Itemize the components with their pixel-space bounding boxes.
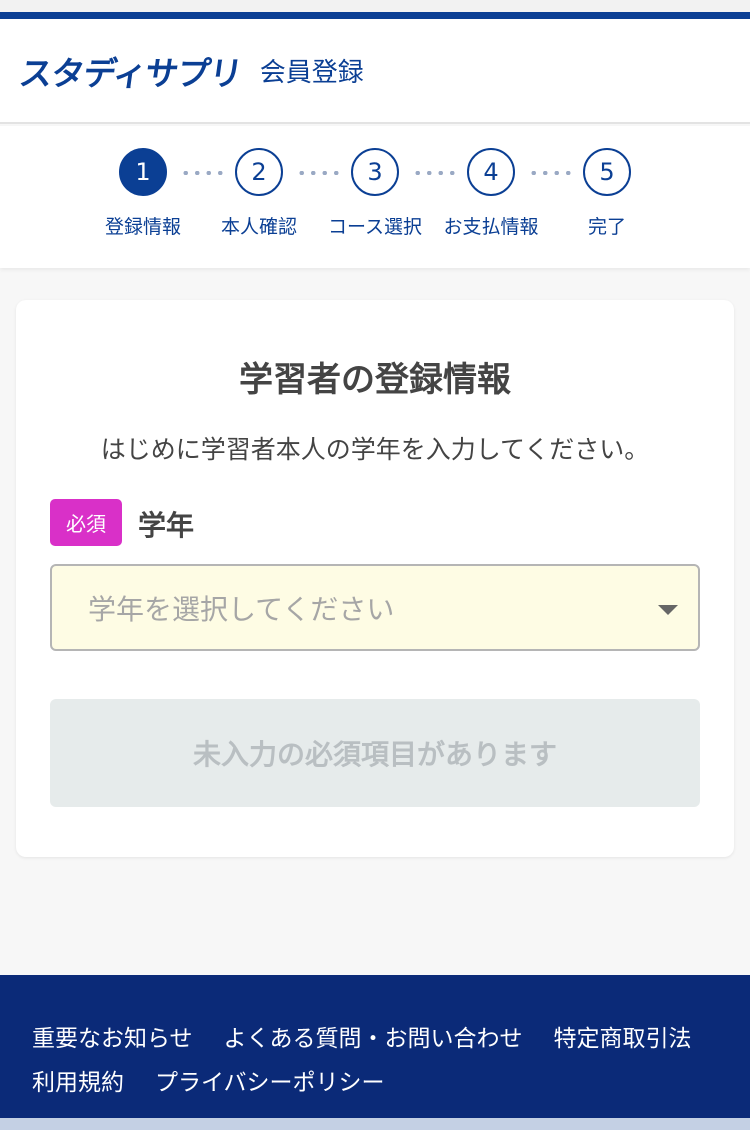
step-label: コース選択 <box>327 216 423 238</box>
registration-stepper: 1 登録情報 2 本人確認 3 コース選択 4 お支払情報 5 完了 <box>0 126 750 268</box>
required-badge: 必須 <box>50 499 122 546</box>
step-2: 2 本人確認 <box>199 148 319 239</box>
step-number: 5 <box>583 148 631 196</box>
grade-select[interactable]: 学年を選択してください <box>50 564 700 651</box>
step-4: 4 お支払情報 <box>431 148 551 239</box>
site-footer: 重要なお知らせ よくある質問・お問い合わせ 特定商取引法 利用規約 プライバシー… <box>0 975 750 1118</box>
footer-link-commerce-law[interactable]: 特定商取引法 <box>554 1019 692 1053</box>
step-3: 3 コース選択 <box>315 148 435 239</box>
step-number: 1 <box>119 148 167 196</box>
footer-link-faq[interactable]: よくある質問・お問い合わせ <box>224 1019 523 1053</box>
chevron-down-icon <box>658 605 678 615</box>
footer-links-row: 利用規約 プライバシーポリシー <box>32 1063 750 1097</box>
step-number: 2 <box>235 148 283 196</box>
step-1: 1 登録情報 <box>83 148 203 239</box>
grade-select-placeholder: 学年を選択してください <box>88 592 395 626</box>
form-description: はじめに学習者本人の学年を入力してください。 <box>100 435 650 464</box>
step-5: 5 完了 <box>547 148 667 239</box>
status-strip <box>0 0 750 12</box>
site-header: スタディサプリ 会員登録 <box>0 19 750 124</box>
step-number: 4 <box>467 148 515 196</box>
grade-field-label: 学年 <box>138 509 195 542</box>
footer-link-privacy[interactable]: プライバシーポリシー <box>155 1063 385 1097</box>
page-title: 会員登録 <box>259 58 364 88</box>
step-label: 登録情報 <box>104 216 181 238</box>
footer-link-notices[interactable]: 重要なお知らせ <box>32 1019 193 1053</box>
form-title: 学習者の登録情報 <box>239 360 511 400</box>
footer-links-row: 重要なお知らせ よくある質問・お問い合わせ 特定商取引法 <box>32 1019 750 1053</box>
step-number: 3 <box>351 148 399 196</box>
bottom-strip <box>0 1118 750 1130</box>
step-label: お支払情報 <box>443 216 539 238</box>
footer-link-terms[interactable]: 利用規約 <box>32 1063 124 1097</box>
registration-card: 学習者の登録情報 はじめに学習者本人の学年を入力してください。 必須 学年 学年… <box>16 300 734 857</box>
studysapuri-logo[interactable]: スタディサプリ <box>17 47 245 95</box>
submit-button[interactable]: 未入力の必須項目があります <box>50 699 700 807</box>
brand-accent-bar <box>0 12 750 19</box>
step-label: 本人確認 <box>220 216 297 238</box>
step-label: 完了 <box>587 216 626 238</box>
